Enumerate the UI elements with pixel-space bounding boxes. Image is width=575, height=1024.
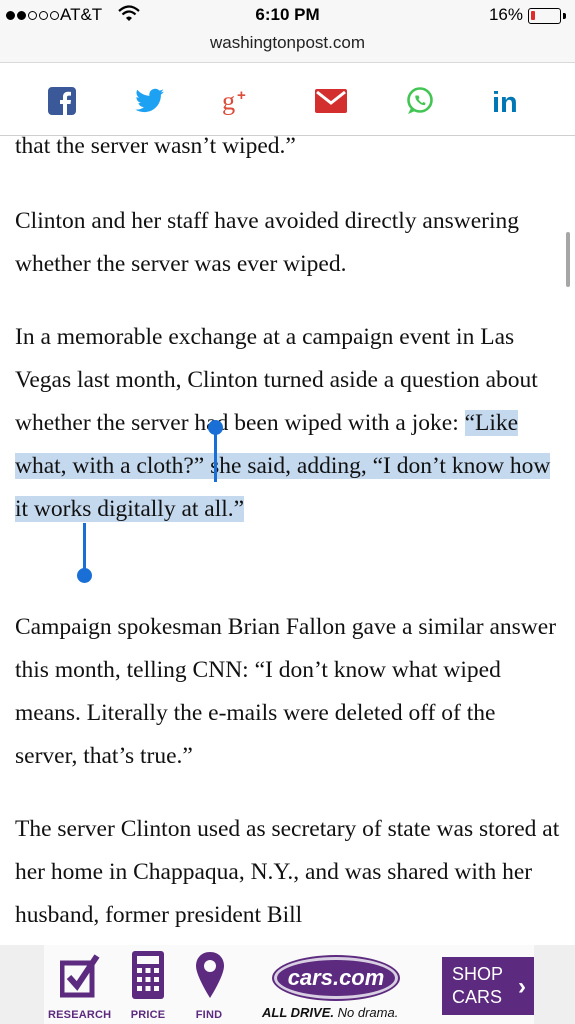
calculator-icon [132, 951, 164, 999]
svg-text:g: g [222, 86, 235, 115]
shop-label-line1: SHOP [452, 964, 504, 984]
article-paragraph: that the server wasn’t wiped.” [15, 133, 296, 159]
shop-cars-label: SHOP CARS [452, 963, 503, 1009]
svg-text:in: in [492, 87, 518, 115]
article-text: In a memorable exchange at a campaign ev… [15, 324, 538, 436]
ad-tagline: ALL DRIVE. No drama. [262, 1005, 398, 1020]
facebook-icon[interactable] [46, 85, 78, 117]
ad-content: RESEARCH PRICE FIND cars.com ALL DRIVE. [44, 945, 534, 1024]
article-paragraph: In a memorable exchange at a campaign ev… [15, 316, 560, 531]
scroll-indicator[interactable] [566, 232, 570, 287]
ad-price-button[interactable]: PRICE [118, 951, 178, 1021]
svg-text:+: + [237, 87, 246, 104]
selection-end-caret [83, 523, 86, 571]
battery-percent: 16% [488, 5, 523, 24]
google-plus-icon[interactable]: g + [222, 85, 254, 117]
ad-find-button[interactable]: FIND [179, 951, 239, 1021]
ad-category-label: RESEARCH [48, 1009, 112, 1021]
article-paragraph: Clinton and her staff have avoided direc… [15, 208, 520, 277]
selection-start-caret [214, 430, 217, 482]
battery-icon [528, 8, 561, 24]
cars-logo: cars.com [274, 957, 398, 999]
twitter-icon[interactable] [134, 85, 166, 117]
ad-tagline-bold: ALL DRIVE. [262, 1005, 334, 1020]
selection-end-handle[interactable] [77, 568, 92, 583]
url-bar[interactable]: washingtonpost.com [0, 33, 575, 53]
ad-tagline-rest: No drama. [334, 1005, 399, 1020]
ad-research-button[interactable]: RESEARCH [48, 951, 112, 1021]
shop-label-line2: CARS [452, 987, 503, 1007]
whatsapp-icon[interactable] [404, 85, 436, 117]
checkbox-icon [60, 954, 100, 998]
browser-top-bar: AT&T 6:10 PM 16% washingtonpost.com [0, 0, 575, 62]
status-bar: AT&T 6:10 PM 16% [0, 0, 575, 30]
shop-cars-button[interactable]: SHOP CARS › [442, 957, 534, 1015]
ad-category-label: FIND [195, 1009, 223, 1021]
email-icon[interactable] [315, 85, 347, 117]
ad-category-label: PRICE [130, 1009, 166, 1021]
ad-banner[interactable]: RESEARCH PRICE FIND cars.com ALL DRIVE. [0, 945, 575, 1024]
article-paragraph: The server Clinton used as secretary of … [15, 816, 560, 928]
article-paragraph: Campaign spokesman Brian Fallon gave a s… [15, 614, 557, 769]
chevron-right-icon: › [518, 973, 526, 1000]
battery-tip [563, 13, 566, 19]
map-pin-icon [196, 952, 224, 998]
linkedin-icon[interactable]: in [491, 85, 523, 117]
